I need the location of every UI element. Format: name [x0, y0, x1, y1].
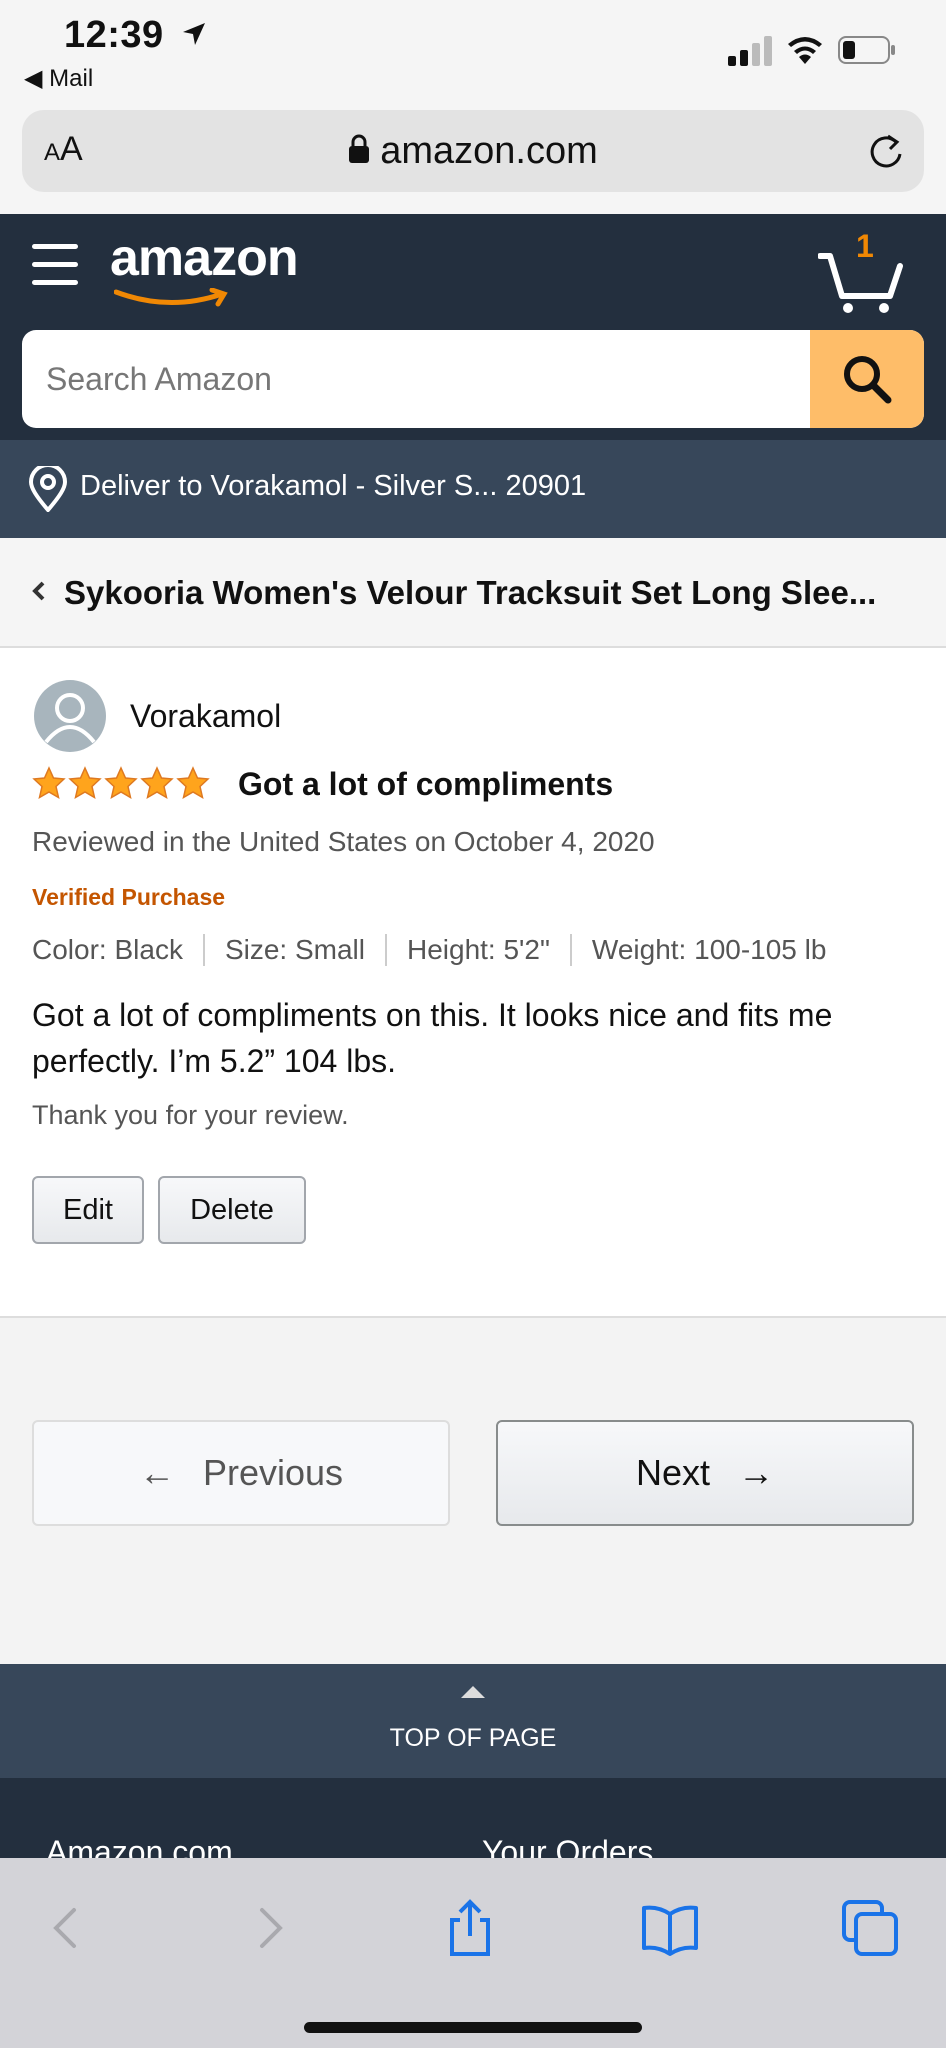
attribute-height: Height: 5'2" [407, 934, 572, 966]
star-icon [176, 766, 210, 800]
product-link[interactable]: Sykooria Women's Velour Tracksuit Set Lo… [0, 538, 946, 648]
next-button[interactable]: Next → [496, 1420, 914, 1526]
star-icon [32, 766, 66, 800]
review-date: Reviewed in the United States on October… [32, 826, 655, 857]
star-icon [140, 766, 174, 800]
caret-up-icon [461, 1686, 485, 1698]
site-footer: Amazon.com Your Orders [0, 1778, 946, 1858]
cellular-signal-icon [728, 36, 772, 66]
attribute-weight: Weight: 100-105 lb [591, 934, 827, 965]
wifi-icon [788, 37, 822, 64]
search-bar [22, 330, 924, 428]
back-app-label: Mail [49, 65, 94, 92]
address-bar[interactable]: AA amazon.com [22, 110, 924, 192]
back-to-top-button[interactable]: TOP OF PAGE [0, 1664, 946, 1778]
footer-link-amazon[interactable]: Amazon.com [46, 1834, 233, 1858]
footer-link-your-orders[interactable]: Your Orders [482, 1834, 653, 1858]
search-icon [844, 356, 892, 404]
back-icon[interactable] [36, 1898, 96, 1958]
previous-button[interactable]: ← Previous [32, 1420, 450, 1526]
arrow-right-icon: → [738, 1452, 775, 1493]
reviewer-name: Vorakamol [130, 698, 282, 734]
share-icon[interactable] [440, 1898, 500, 1958]
attribute-color: Color: Black [32, 934, 205, 966]
lock-icon [348, 131, 370, 174]
attribute-size: Size: Small [225, 934, 387, 966]
star-rating [32, 766, 210, 800]
search-button[interactable] [810, 330, 924, 428]
time-label: 12:39 [64, 14, 164, 56]
logo-smile-icon [114, 288, 228, 307]
location-pin-icon [28, 466, 68, 512]
star-icon [104, 766, 138, 800]
back-triangle-icon: ◀ [24, 65, 43, 92]
url-text: amazon.com [380, 130, 598, 172]
status-time: 12:39 [64, 14, 207, 57]
reload-icon[interactable] [866, 130, 906, 174]
location-arrow-icon [181, 14, 207, 57]
arrow-left-icon: ← [138, 1452, 175, 1493]
site-header: amazon 1 [0, 214, 946, 440]
verified-purchase-badge: Verified Purchase [32, 884, 226, 910]
deliver-to-bar[interactable]: Deliver to Vorakamol - Silver S... 20901 [0, 440, 946, 538]
cart-count: 1 [856, 228, 874, 264]
review-card: Vorakamol Got a lot of compliments Revie… [0, 648, 946, 1318]
cart-button[interactable]: 1 [817, 228, 904, 314]
search-input[interactable] [22, 330, 808, 428]
bookmarks-icon[interactable] [640, 1898, 700, 1958]
logo-text: amazon [110, 229, 299, 287]
delete-button[interactable]: Delete [158, 1176, 306, 1244]
tabs-icon[interactable] [840, 1898, 900, 1958]
review-body: Got a lot of compliments on this. It loo… [32, 997, 833, 1079]
thank-you-message: Thank you for your review. [32, 1100, 349, 1130]
menu-icon[interactable] [32, 244, 78, 288]
avatar [34, 680, 106, 752]
status-bar: 12:39 ◀ Mail [0, 0, 946, 108]
deliver-to-text: Deliver to Vorakamol - Silver S... 20901 [80, 470, 587, 502]
star-icon [68, 766, 102, 800]
top-of-page-label: TOP OF PAGE [389, 1724, 557, 1752]
home-indicator[interactable] [304, 2022, 642, 2033]
edit-button[interactable]: Edit [32, 1176, 144, 1244]
previous-label: Previous [202, 1452, 344, 1493]
browser-toolbar [0, 1858, 946, 2048]
review-title: Got a lot of compliments [238, 766, 614, 802]
chevron-left-icon [32, 581, 45, 601]
back-to-app[interactable]: ◀ Mail [24, 64, 93, 93]
product-title: Sykooria Women's Velour Tracksuit Set Lo… [64, 574, 877, 611]
review-attributes: Color: Black Size: Small Height: 5'2" We… [32, 934, 826, 966]
forward-icon[interactable] [240, 1898, 300, 1958]
user-avatar-icon [44, 693, 96, 744]
next-label: Next [635, 1452, 711, 1493]
battery-icon [838, 36, 895, 64]
url-display[interactable]: amazon.com [22, 130, 924, 174]
pagination: ← Previous Next → [0, 1318, 946, 1664]
amazon-logo[interactable]: amazon [110, 228, 300, 318]
